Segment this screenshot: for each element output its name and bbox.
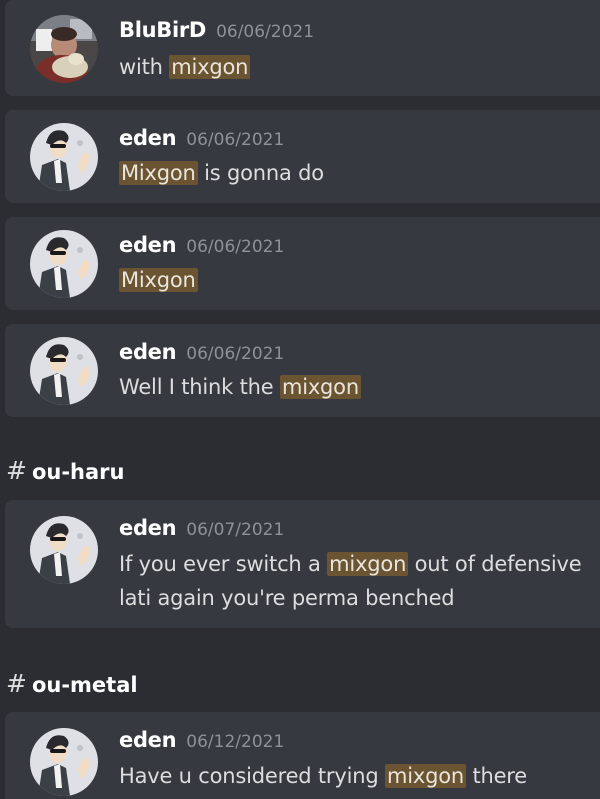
channel-hash-icon: # (6, 456, 27, 485)
search-result[interactable]: eden 06/06/2021 Mixgon (5, 217, 600, 310)
message-header: eden 06/12/2021 (119, 728, 284, 752)
timestamp[interactable]: 06/07/2021 (186, 520, 284, 540)
avatar[interactable] (30, 337, 98, 405)
timestamp[interactable]: 06/06/2021 (186, 130, 284, 150)
search-result[interactable]: BluBirD 06/06/2021 with mixgon (5, 0, 600, 96)
eden-avatar-icon (30, 230, 98, 298)
message-content: with mixgon (119, 50, 589, 84)
channel-name: ou-haru (31, 460, 125, 484)
message-content: Well I think the mixgon (119, 370, 589, 404)
timestamp[interactable]: 06/06/2021 (216, 22, 314, 42)
eden-avatar-icon (30, 123, 98, 191)
message-header: eden 06/06/2021 (119, 233, 284, 257)
message-text: there (465, 764, 527, 788)
search-result[interactable]: eden 06/06/2021 Well I think the mixgon (5, 324, 600, 417)
message-header: eden 06/06/2021 (119, 126, 284, 150)
channel-hash-icon: # (6, 669, 27, 698)
search-highlight: mixgon (169, 55, 251, 79)
blubird-avatar-icon (30, 15, 98, 83)
message-header: eden 06/07/2021 (119, 516, 284, 540)
eden-avatar-icon (30, 728, 98, 796)
avatar[interactable] (30, 230, 98, 298)
message-content: If you ever switch a mixgon out of defen… (119, 547, 589, 615)
avatar[interactable] (30, 123, 98, 191)
eden-avatar-icon (30, 337, 98, 405)
channel-header[interactable]: # ou-metal (6, 669, 138, 698)
search-result[interactable]: eden 06/06/2021 Mixgon is gonna do (5, 110, 600, 203)
timestamp[interactable]: 06/06/2021 (186, 344, 284, 364)
eden-avatar-icon (30, 516, 98, 584)
search-highlight: Mixgon (119, 268, 198, 292)
message-header: BluBirD 06/06/2021 (119, 18, 314, 42)
search-highlight: mixgon (384, 764, 466, 788)
search-result[interactable]: eden 06/12/2021 Have u considered trying … (5, 712, 600, 799)
message-content: Mixgon (119, 263, 589, 297)
channel-name: ou-metal (31, 673, 138, 697)
channel-header[interactable]: # ou-haru (6, 456, 124, 485)
avatar[interactable] (30, 516, 98, 584)
username[interactable]: BluBirD (119, 18, 206, 42)
timestamp[interactable]: 06/06/2021 (186, 237, 284, 257)
username[interactable]: eden (119, 340, 177, 364)
message-text: If you ever switch a (119, 552, 328, 576)
message-header: eden 06/06/2021 (119, 340, 284, 364)
search-result[interactable]: eden 06/07/2021 If you ever switch a mixg… (5, 500, 600, 628)
avatar[interactable] (30, 728, 98, 796)
search-highlight: mixgon (327, 552, 409, 576)
message-text: with (119, 55, 170, 79)
username[interactable]: eden (119, 516, 177, 540)
search-highlight: mixgon (279, 375, 361, 399)
message-content: Mixgon is gonna do (119, 156, 589, 190)
avatar[interactable] (30, 15, 98, 83)
username[interactable]: eden (119, 126, 177, 150)
message-text: Have u considered trying (119, 764, 385, 788)
message-text: is gonna do (197, 161, 324, 185)
message-content: Have u considered trying mixgon there (119, 759, 589, 793)
search-results-panel: BluBirD 06/06/2021 with mixgon eden 06/06/… (0, 0, 600, 799)
message-text: Well I think the (119, 375, 280, 399)
username[interactable]: eden (119, 233, 177, 257)
username[interactable]: eden (119, 728, 177, 752)
timestamp[interactable]: 06/12/2021 (186, 732, 284, 752)
search-highlight: Mixgon (119, 161, 198, 185)
